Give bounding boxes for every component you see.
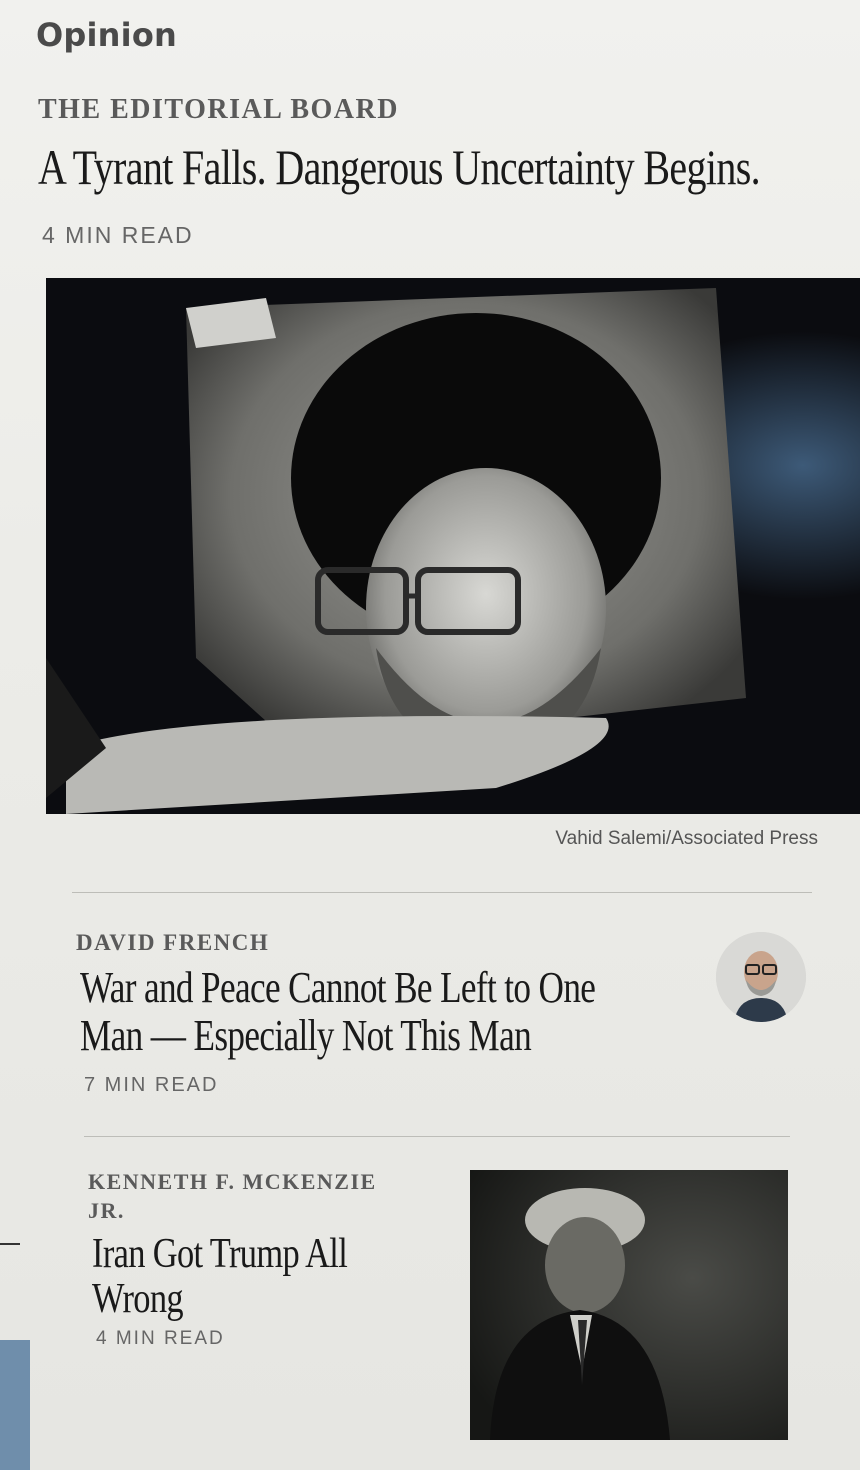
story-byline[interactable]: DAVID FRENCH xyxy=(76,930,269,956)
lead-headline[interactable]: A Tyrant Falls. Dangerous Uncertainty Be… xyxy=(38,140,761,195)
lead-byline[interactable]: THE EDITORIAL BOARD xyxy=(38,94,399,126)
story-byline[interactable]: KENNETH F. MCKENZIE JR. xyxy=(88,1168,418,1225)
section-label[interactable]: Opinion xyxy=(36,16,177,54)
story-divider xyxy=(72,892,812,893)
window-edge-mark xyxy=(0,1243,20,1245)
lead-photo[interactable] xyxy=(46,278,860,814)
story-photo[interactable] xyxy=(470,1170,788,1440)
lead-read-time: 4 MIN READ xyxy=(42,222,194,248)
author-avatar[interactable] xyxy=(716,932,806,1022)
photo-credit: Vahid Salemi/Associated Press xyxy=(555,828,818,849)
portrait-photo-image xyxy=(46,278,860,814)
window-edge-strip xyxy=(0,1340,30,1470)
story-headline[interactable]: War and Peace Cannot Be Left to One Man … xyxy=(80,963,640,1061)
story-read-time: 4 MIN READ xyxy=(96,1328,225,1349)
story-photo-image xyxy=(470,1170,788,1440)
story-divider xyxy=(84,1136,790,1137)
author-headshot-image xyxy=(716,932,806,1022)
story-headline[interactable]: Iran Got Trump All Wrong xyxy=(92,1231,387,1323)
story-read-time: 7 MIN READ xyxy=(84,1074,219,1096)
opinion-page: Opinion THE EDITORIAL BOARD A Tyrant Fal… xyxy=(0,0,860,1470)
